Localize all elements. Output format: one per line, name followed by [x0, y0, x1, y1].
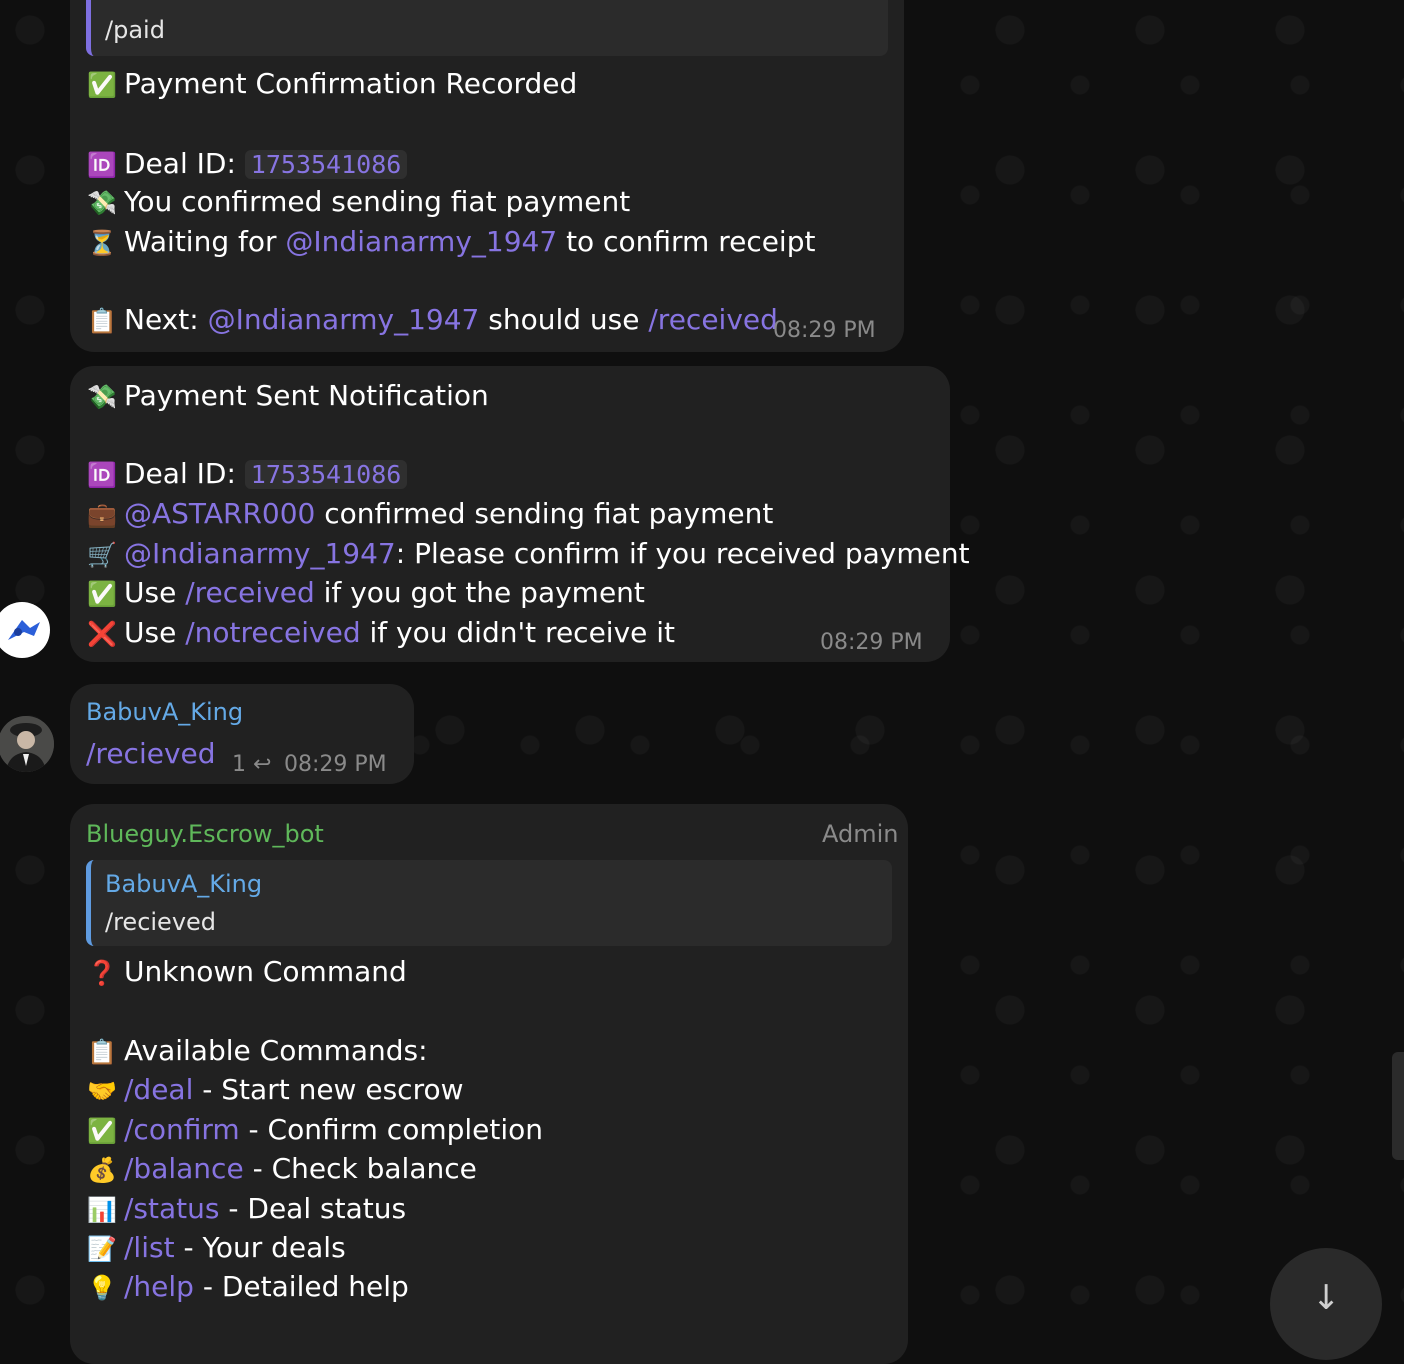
- command-link[interactable]: /status: [124, 1192, 219, 1225]
- sender-name[interactable]: Blueguy.Escrow_bot: [86, 820, 324, 848]
- hourglass-icon: ⏳: [87, 229, 117, 257]
- command-link[interactable]: /notreceived: [185, 616, 360, 649]
- clipboard-icon: 📋: [87, 1038, 117, 1066]
- memo-icon: 📝: [87, 1235, 117, 1263]
- question-icon: ❓: [87, 959, 117, 987]
- deal-id-line: 🆔 Deal ID: 1753541086: [86, 146, 408, 183]
- briefcase-icon: 💼: [87, 501, 117, 529]
- waiting-line: ⏳ Waiting for @Indianarmy_1947 to confirm…: [86, 224, 815, 261]
- command-link[interactable]: /confirm: [124, 1113, 240, 1146]
- available-commands-heading: 📋 Available Commands:: [86, 1033, 428, 1070]
- reply-icon: ↩: [253, 752, 272, 777]
- reply-count[interactable]: 1 ↩: [232, 752, 271, 777]
- bot-avatar[interactable]: [0, 602, 50, 658]
- user-photo-icon: [0, 716, 54, 772]
- command-link[interactable]: /balance: [124, 1152, 244, 1185]
- cross-icon: ❌: [87, 620, 117, 648]
- command-link[interactable]: /received: [185, 576, 315, 609]
- message-title: ✅ Payment Confirmation Recorded: [86, 66, 577, 103]
- command-link[interactable]: /recieved: [86, 737, 216, 770]
- command-item: 📊/status - Deal status: [86, 1191, 406, 1228]
- quote-text: /paid: [105, 16, 165, 44]
- handshake-icon: 🤝: [87, 1077, 117, 1105]
- next-line: 📋 Next: @Indianarmy_1947 should use /rece…: [86, 302, 778, 339]
- user-mention[interactable]: @Indianarmy_1947: [124, 537, 396, 570]
- message-text: /recieved: [86, 736, 216, 772]
- money-wings-icon: 💸: [87, 383, 117, 411]
- command-link[interactable]: /deal: [124, 1073, 193, 1106]
- money-wings-icon: 💸: [87, 189, 117, 217]
- message-payment-sent[interactable]: 💸 Payment Sent Notification 🆔 Deal ID: 175…: [70, 366, 970, 662]
- check-icon: ✅: [87, 580, 117, 608]
- command-item: 💡/help - Detailed help: [86, 1269, 409, 1306]
- bot-logo-icon: [8, 620, 40, 640]
- command-item: 📝/list - Your deals: [86, 1230, 346, 1267]
- scroll-to-bottom-button[interactable]: ↓: [1270, 1248, 1382, 1360]
- command-link[interactable]: /list: [124, 1231, 175, 1264]
- arrow-down-icon: ↓: [1312, 1278, 1341, 1318]
- chart-icon: 📊: [87, 1196, 117, 1224]
- message-title: ❓ Unknown Command: [86, 954, 407, 991]
- deal-id-line: 🆔 Deal ID: 1753541086: [86, 456, 408, 493]
- clipboard-icon: 📋: [87, 307, 117, 335]
- deal-id-code[interactable]: 1753541086: [244, 150, 408, 179]
- message-title: 💸 Payment Sent Notification: [86, 378, 489, 415]
- message-time: 08:29 PM: [773, 318, 876, 343]
- scrollbar[interactable]: [1392, 1052, 1404, 1160]
- quote-text: /recieved: [105, 908, 217, 936]
- buyer-line: 🛒 @Indianarmy_1947: Please confirm if you…: [86, 536, 970, 573]
- message-time: 08:29 PM: [284, 752, 387, 777]
- admin-badge: Admin: [822, 820, 899, 848]
- command-link[interactable]: /received: [648, 303, 778, 336]
- command-link[interactable]: /help: [124, 1270, 194, 1303]
- reply-quote[interactable]: BabuvA_King /recieved: [86, 860, 892, 946]
- sender-name[interactable]: BabuvA_King: [86, 698, 243, 726]
- user-mention[interactable]: @Indianarmy_1947: [208, 303, 480, 336]
- use-notreceived-line: ❌ Use /notreceived if you didn't receive …: [86, 615, 675, 652]
- cart-icon: 🛒: [87, 541, 117, 569]
- command-item: 💰/balance - Check balance: [86, 1151, 477, 1188]
- command-item: 🤝/deal - Start new escrow: [86, 1072, 463, 1109]
- check-icon: ✅: [87, 71, 117, 99]
- user-mention[interactable]: @Indianarmy_1947: [285, 225, 557, 258]
- user-mention[interactable]: @ASTARR000: [124, 497, 315, 530]
- use-received-line: ✅ Use /received if you got the payment: [86, 575, 645, 612]
- check-icon: ✅: [87, 1117, 117, 1145]
- bulb-icon: 💡: [87, 1274, 117, 1302]
- reply-quote[interactable]: /paid: [86, 0, 888, 56]
- quote-name: BabuvA_King: [105, 870, 263, 898]
- message-payment-confirmation[interactable]: /paid ✅ Payment Confirmation Recorded 🆔 De…: [70, 0, 904, 352]
- message-time: 08:29 PM: [820, 630, 923, 655]
- moneybag-icon: 💰: [87, 1156, 117, 1184]
- sent-line: 💸 You confirmed sending fiat payment: [86, 184, 630, 221]
- seller-line: 💼 @ASTARR000 confirmed sending fiat payme…: [86, 496, 773, 533]
- command-item: ✅/confirm - Confirm completion: [86, 1112, 543, 1149]
- deal-id-code[interactable]: 1753541086: [244, 460, 408, 489]
- user-avatar[interactable]: [0, 716, 54, 772]
- id-icon: 🆔: [87, 151, 117, 179]
- id-icon: 🆔: [87, 461, 117, 489]
- message-unknown-command[interactable]: Blueguy.Escrow_bot Admin BabuvA_King /re…: [70, 804, 908, 1364]
- message-user-command[interactable]: BabuvA_King /recieved 1 ↩ 08:29 PM: [70, 684, 414, 784]
